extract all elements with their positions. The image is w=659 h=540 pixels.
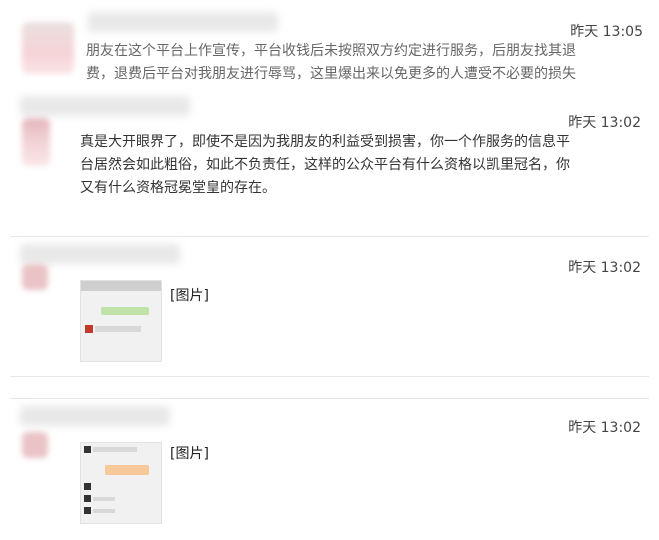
thumb-bubble	[93, 509, 115, 513]
image-thumbnail[interactable]	[80, 280, 162, 362]
username-blurred	[20, 406, 170, 426]
message-text: 真是大开眼界了，即使不是因为我朋友的利益受到损害，你一个作服务的信息平台居然会如…	[80, 134, 570, 196]
divider	[10, 376, 649, 377]
message-text: 朋友在这个平台上作宣传，平台收钱后未按照双方约定进行服务，后朋友找其退费，退费后…	[86, 43, 576, 82]
username-blurred	[88, 12, 278, 32]
thumb-avatar	[84, 495, 91, 502]
message-4: 昨天 13:02 [图片]	[0, 400, 659, 540]
message-time: 昨天 13:05	[570, 24, 643, 40]
thumb-avatar	[84, 446, 91, 453]
thumb-bubble	[93, 497, 115, 501]
avatar	[22, 22, 74, 74]
image-label: [图片]	[170, 288, 209, 304]
thumb-header-bar	[81, 281, 161, 291]
message-3: 昨天 13:02 [图片]	[0, 240, 659, 380]
avatar	[22, 432, 48, 458]
thumb-bubble	[95, 326, 141, 332]
message-time: 昨天 13:02	[568, 115, 641, 131]
image-label: [图片]	[170, 446, 209, 462]
message-time: 昨天 13:02	[568, 420, 641, 436]
thumb-bubble	[93, 447, 137, 452]
message-time: 昨天 13:02	[568, 260, 641, 276]
username-blurred	[20, 244, 180, 264]
divider	[10, 236, 649, 237]
thumb-avatar	[84, 507, 91, 514]
username-blurred	[20, 96, 190, 116]
thumb-avatar	[85, 325, 93, 333]
avatar	[22, 264, 48, 290]
image-thumbnail[interactable]	[80, 442, 162, 524]
message-2: 昨天 13:02 真是大开眼界了，即使不是因为我朋友的利益受到损害，你一个作服务…	[0, 92, 659, 222]
message-1: 昨天 13:05 朋友在这个平台上作宣传，平台收钱后未按照双方约定进行服务，后朋…	[0, 0, 659, 90]
thumb-avatar	[84, 483, 91, 490]
avatar	[22, 118, 50, 166]
divider	[10, 398, 649, 399]
thumb-bubble-green	[101, 307, 149, 315]
thumb-bubble-orange	[105, 465, 149, 475]
